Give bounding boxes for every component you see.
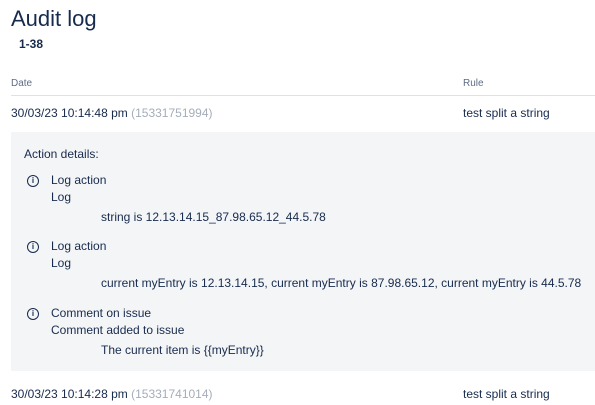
action-type: Log [51, 190, 72, 204]
row-id[interactable]: (15331751994) [131, 106, 212, 120]
info-icon: i [27, 175, 39, 187]
action-message: The current item is {{myEntry}} [101, 343, 264, 357]
action-details-title: Action details: [24, 147, 99, 161]
column-header-rule: Rule [463, 78, 484, 89]
row-date: 30/03/23 10:14:48 pm (15331751994) [11, 106, 213, 120]
row-rule[interactable]: test split a string [463, 387, 550, 401]
info-icon: i [27, 308, 39, 320]
action-type: Log [51, 256, 72, 270]
action-message: string is 12.13.14.15_87.98.65.12_44.5.7… [101, 210, 326, 224]
row-date-text: 30/03/23 10:14:48 pm [11, 106, 128, 120]
info-icon: i [27, 241, 39, 253]
action-type: Comment added to issue [51, 323, 185, 337]
row-id[interactable]: (15331741014) [131, 387, 212, 401]
column-header-date: Date [11, 78, 33, 89]
action-details-panel: Action details: i Log action Log string … [11, 132, 595, 371]
action-name: Log action [51, 239, 107, 253]
action-name: Log action [51, 173, 107, 187]
action-message: current myEntry is 12.13.14.15, current … [101, 276, 582, 290]
action-name: Comment on issue [51, 306, 152, 320]
row-date: 30/03/23 10:14:28 pm (15331741014) [11, 387, 213, 401]
header-divider [11, 95, 595, 96]
result-range: 1-38 [19, 37, 44, 51]
row-date-text: 30/03/23 10:14:28 pm [11, 387, 128, 401]
row-rule[interactable]: test split a string [463, 106, 550, 120]
page-title: Audit log [11, 6, 97, 31]
